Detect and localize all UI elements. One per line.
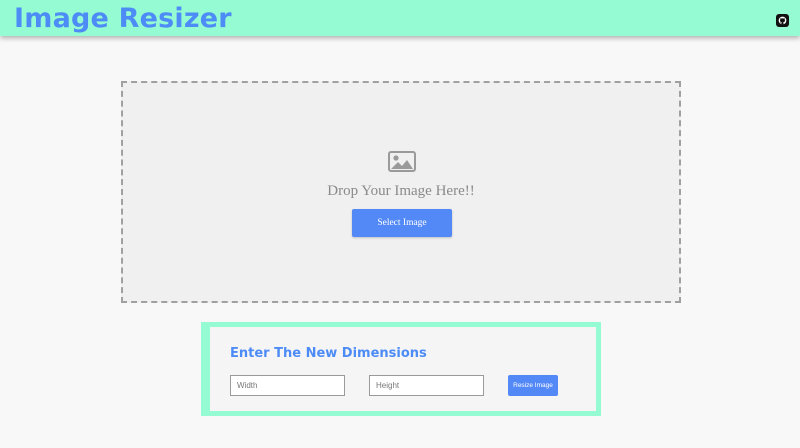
github-icon bbox=[778, 16, 787, 25]
height-input[interactable] bbox=[369, 375, 484, 396]
drop-zone-text: Drop Your Image Here!! bbox=[327, 183, 475, 199]
image-drop-zone[interactable]: Drop Your Image Here!! Select Image bbox=[121, 81, 681, 303]
width-input[interactable] bbox=[230, 375, 345, 396]
image-icon bbox=[388, 151, 416, 172]
select-image-button[interactable]: Select Image bbox=[352, 209, 452, 237]
dimensions-title: Enter The New Dimensions bbox=[230, 346, 427, 361]
app-title: Image Resizer bbox=[14, 3, 232, 34]
github-link[interactable] bbox=[776, 14, 789, 27]
dimensions-panel: Enter The New Dimensions Resize Image bbox=[201, 322, 601, 416]
app-header: Image Resizer bbox=[0, 0, 800, 36]
resize-image-button[interactable]: Resize Image bbox=[508, 375, 558, 396]
